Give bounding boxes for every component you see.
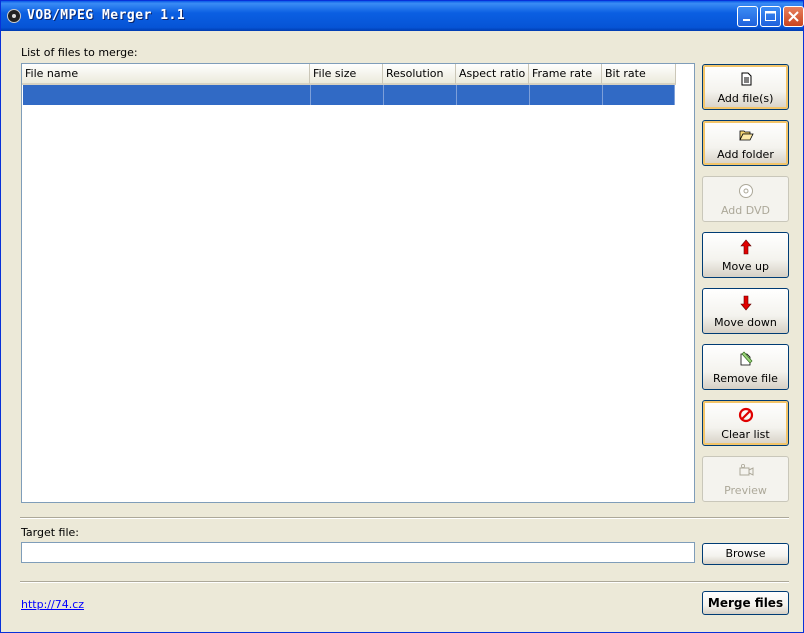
add-dvd-button[interactable]: Add DVD xyxy=(702,176,789,222)
file-list-label: List of files to merge: xyxy=(21,46,138,59)
remove-document-icon xyxy=(740,351,753,366)
move-down-button[interactable]: Move down xyxy=(702,288,789,334)
cell-file-size xyxy=(311,85,384,105)
document-icon xyxy=(741,72,752,86)
file-list-header: File name File size Resolution Aspect ra… xyxy=(22,64,676,85)
preview-button[interactable]: Preview xyxy=(702,456,789,502)
folder-open-icon xyxy=(739,130,754,141)
target-file-field[interactable] xyxy=(21,542,695,563)
no-entry-icon xyxy=(738,407,754,423)
app-icon xyxy=(7,9,21,23)
add-folder-button[interactable]: Add folder xyxy=(702,120,789,166)
add-files-label: Add file(s) xyxy=(717,92,774,105)
app-window: VOB/MPEG Merger 1.1 List of files to mer… xyxy=(0,0,804,633)
file-list[interactable]: File name File size Resolution Aspect ra… xyxy=(21,63,695,503)
add-folder-label: Add folder xyxy=(717,148,774,161)
add-files-button[interactable]: Add file(s) xyxy=(702,64,789,110)
column-file-name[interactable]: File name xyxy=(22,64,310,85)
column-file-size[interactable]: File size xyxy=(310,64,383,85)
cell-frame-rate xyxy=(530,85,603,105)
selected-table-row[interactable] xyxy=(23,85,675,105)
title-bar[interactable]: VOB/MPEG Merger 1.1 xyxy=(1,1,804,31)
column-aspect-ratio[interactable]: Aspect ratio xyxy=(456,64,529,85)
preview-label: Preview xyxy=(724,484,767,497)
separator-top xyxy=(20,517,789,519)
remove-file-button[interactable]: Remove file xyxy=(702,344,789,390)
column-frame-rate[interactable]: Frame rate xyxy=(529,64,602,85)
clear-list-label: Clear list xyxy=(721,428,770,441)
remove-file-label: Remove file xyxy=(713,372,778,385)
disc-icon xyxy=(739,184,753,198)
close-button[interactable] xyxy=(783,6,804,27)
website-link[interactable]: http://74.cz xyxy=(21,598,84,611)
maximize-button[interactable] xyxy=(760,6,781,27)
add-dvd-label: Add DVD xyxy=(720,204,771,217)
separator-bottom xyxy=(20,581,789,583)
window-title: VOB/MPEG Merger 1.1 xyxy=(27,8,186,23)
browse-button[interactable]: Browse xyxy=(702,543,789,565)
arrow-down-icon xyxy=(740,295,752,311)
minimize-button[interactable] xyxy=(737,6,758,27)
maximize-icon xyxy=(765,11,776,21)
cell-resolution xyxy=(384,85,457,105)
clear-list-button[interactable]: Clear list xyxy=(702,400,789,446)
close-icon xyxy=(788,11,799,22)
move-up-label: Move up xyxy=(722,260,769,273)
merge-files-button[interactable]: Merge files xyxy=(702,591,789,615)
camera-icon xyxy=(739,463,754,476)
target-file-label: Target file: xyxy=(21,526,79,539)
cell-file-name xyxy=(23,85,311,105)
arrow-up-icon xyxy=(740,239,752,255)
column-resolution[interactable]: Resolution xyxy=(383,64,456,85)
cell-aspect-ratio xyxy=(457,85,530,105)
column-bit-rate[interactable]: Bit rate xyxy=(602,64,676,85)
move-down-label: Move down xyxy=(714,316,777,329)
minimize-icon xyxy=(743,19,750,21)
move-up-button[interactable]: Move up xyxy=(702,232,789,278)
cell-bit-rate xyxy=(603,85,675,105)
